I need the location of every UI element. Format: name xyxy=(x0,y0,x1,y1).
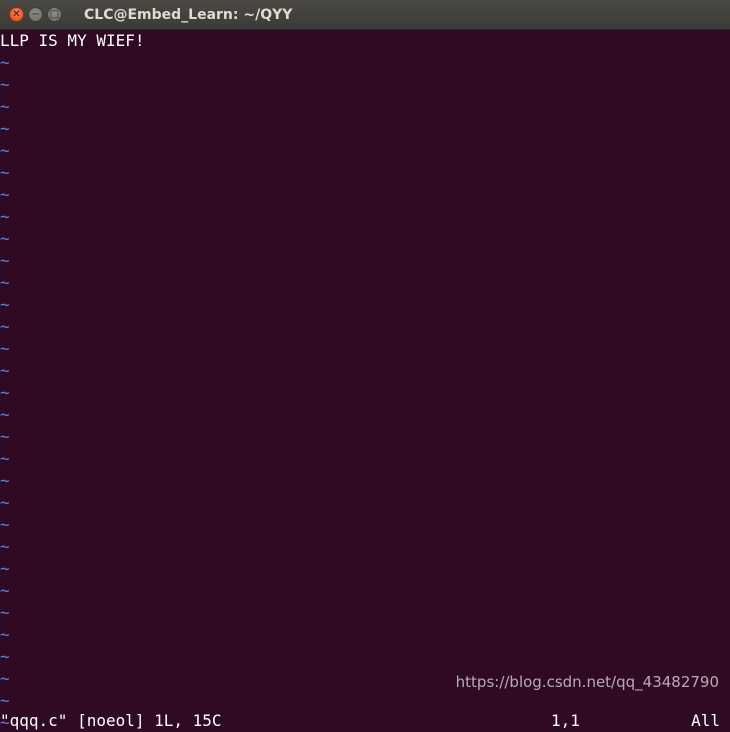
tilde-marker: ~ xyxy=(0,53,10,72)
tilde-marker: ~ xyxy=(0,339,10,358)
tilde-marker: ~ xyxy=(0,361,10,380)
terminal-window: ✕ − □ CLC@Embed_Learn: ~/QYY LLP IS MY W… xyxy=(0,0,730,732)
window-controls: ✕ − □ xyxy=(9,7,66,22)
tilde-marker: ~ xyxy=(0,691,10,710)
tilde-marker: ~ xyxy=(0,229,10,248)
tilde-marker: ~ xyxy=(0,75,10,94)
tilde-marker: ~ xyxy=(0,493,10,512)
tilde-marker: ~ xyxy=(0,295,10,314)
tilde-marker: ~ xyxy=(0,515,10,534)
tilde-marker: ~ xyxy=(0,141,10,160)
vim-editor-area[interactable]: LLP IS MY WIEF! ~ ~ ~ ~ ~ ~ ~ ~ ~ ~ ~ ~ ~ ~ ~ ~ ~ ~ ~ ~ ~ ~ ~ ~… xyxy=(0,30,730,732)
tilde-marker: ~ xyxy=(0,163,10,182)
maximize-button[interactable]: □ xyxy=(47,7,62,22)
tilde-marker: ~ xyxy=(0,207,10,226)
tilde-marker: ~ xyxy=(0,471,10,490)
watermark-text: https://blog.csdn.net/qq_43482790 xyxy=(455,673,719,691)
minimize-icon: − xyxy=(31,8,40,20)
tilde-marker: ~ xyxy=(0,537,10,556)
tilde-marker: ~ xyxy=(0,383,10,402)
status-file-info: "qqq.c" [noeol] 1L, 15C xyxy=(0,711,222,730)
tilde-marker: ~ xyxy=(0,97,10,116)
minimize-button[interactable]: − xyxy=(28,7,43,22)
tilde-marker: ~ xyxy=(0,647,10,666)
close-button[interactable]: ✕ xyxy=(9,7,24,22)
tilde-marker: ~ xyxy=(0,251,10,270)
tilde-marker: ~ xyxy=(0,581,10,600)
title-bar[interactable]: ✕ − □ CLC@Embed_Learn: ~/QYY xyxy=(0,0,730,30)
tilde-marker: ~ xyxy=(0,449,10,468)
close-icon: ✕ xyxy=(12,8,21,20)
tilde-marker: ~ xyxy=(0,185,10,204)
status-scroll-position: All xyxy=(691,711,720,730)
tilde-marker: ~ xyxy=(0,625,10,644)
tilde-marker: ~ xyxy=(0,405,10,424)
tilde-marker: ~ xyxy=(0,669,10,688)
window-title: CLC@Embed_Learn: ~/QYY xyxy=(84,6,293,23)
maximize-icon: □ xyxy=(49,8,60,20)
tilde-marker: ~ xyxy=(0,603,10,622)
tilde-marker: ~ xyxy=(0,119,10,138)
tilde-marker: ~ xyxy=(0,273,10,292)
tilde-marker: ~ xyxy=(0,427,10,446)
buffer-line-1[interactable]: LLP IS MY WIEF! xyxy=(0,30,145,52)
tilde-marker: ~ xyxy=(0,559,10,578)
tilde-marker: ~ xyxy=(0,317,10,336)
status-cursor-position: 1,1 xyxy=(551,711,580,730)
